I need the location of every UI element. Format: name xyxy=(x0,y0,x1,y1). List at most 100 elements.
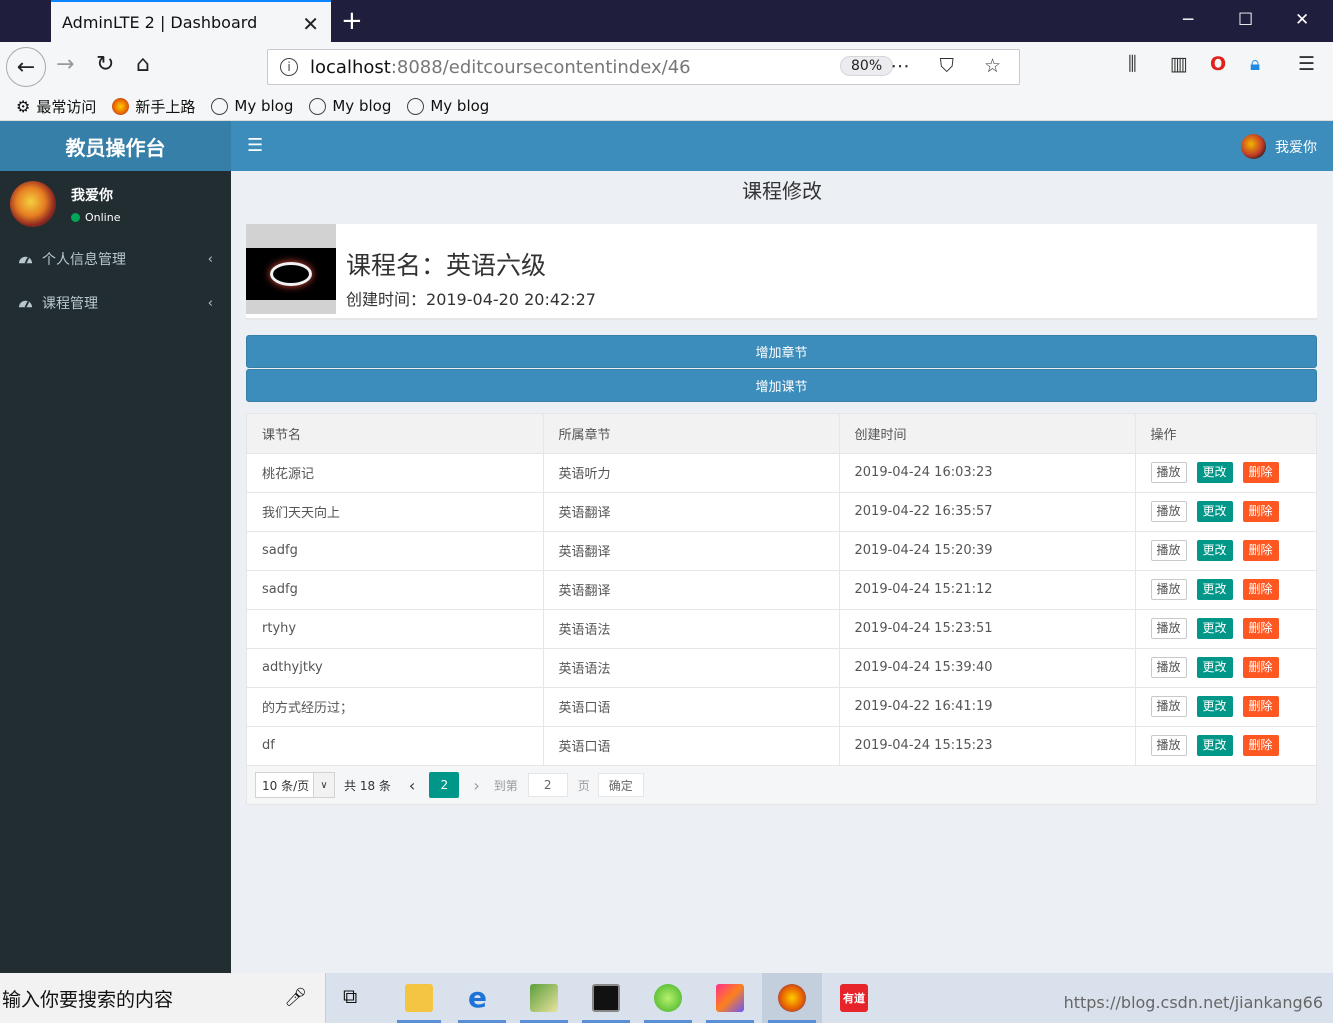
delete-button[interactable]: 删除 xyxy=(1242,579,1279,600)
delete-button[interactable]: 删除 xyxy=(1242,618,1279,639)
zoom-badge[interactable]: 80% xyxy=(840,56,894,76)
new-tab-icon[interactable]: + xyxy=(341,6,363,36)
sidebar-toggle-hamburger-icon[interactable]: ☰ xyxy=(247,135,263,156)
tab-close-icon[interactable]: ✕ xyxy=(302,12,319,36)
intellij-icon[interactable] xyxy=(716,984,744,1012)
course-name: 课程名：英语六级 xyxy=(346,251,547,280)
table-row: rtyhy 英语语法 2019-04-24 15:23:51 播放 更改 删除 xyxy=(247,609,1316,649)
lesson-created-time: 2019-04-22 16:41:19 xyxy=(839,687,1136,727)
notepad-icon[interactable] xyxy=(530,984,558,1012)
prev-page-icon[interactable]: ‹ xyxy=(409,776,415,795)
lesson-name: 我们天天向上 xyxy=(247,492,544,532)
home-icon[interactable]: ⌂ xyxy=(136,52,150,77)
play-button[interactable]: 播放 xyxy=(1150,579,1187,600)
goto-confirm-button[interactable]: 确定 xyxy=(597,773,644,797)
chevron-left-icon: ‹ xyxy=(207,295,213,311)
lesson-created-time: 2019-04-24 15:21:12 xyxy=(839,570,1136,610)
bookmark-blog-1[interactable]: My blog xyxy=(211,97,293,115)
bookmark-blog-3[interactable]: My blog xyxy=(407,97,489,115)
delete-button[interactable]: 删除 xyxy=(1242,501,1279,522)
edit-button[interactable]: 更改 xyxy=(1196,696,1233,717)
delete-button[interactable]: 删除 xyxy=(1242,657,1279,678)
globe-icon xyxy=(211,97,229,115)
delete-button[interactable]: 删除 xyxy=(1242,540,1279,561)
lesson-actions: 播放 更改 删除 xyxy=(1135,531,1316,571)
taskbar-search-input[interactable]: 输入你要搜索的内容 🎤︎ xyxy=(0,973,326,1023)
delete-button[interactable]: 删除 xyxy=(1242,462,1279,483)
microphone-icon[interactable]: 🎤︎ xyxy=(284,987,307,1008)
edit-button[interactable]: 更改 xyxy=(1196,501,1233,522)
lesson-actions: 播放 更改 删除 xyxy=(1135,726,1316,766)
table-header-row: 课节名 所属章节 创建时间 操作 xyxy=(247,414,1316,454)
edit-button[interactable]: 更改 xyxy=(1196,735,1233,756)
maximize-icon[interactable]: ☐ xyxy=(1238,10,1253,30)
bookmark-blog-2[interactable]: My blog xyxy=(309,97,391,115)
forward-icon[interactable]: → xyxy=(56,52,74,77)
play-button[interactable]: 播放 xyxy=(1150,540,1187,561)
url-bar[interactable]: i localhost:8088/editcoursecontentindex/… xyxy=(267,49,1020,85)
delete-button[interactable]: 删除 xyxy=(1242,696,1279,717)
app-logo[interactable]: 教员操作台 xyxy=(0,121,231,171)
page-actions[interactable]: ⋯ ⛉ ☆ xyxy=(891,55,1013,77)
table-row: sadfg 英语翻译 2019-04-24 15:20:39 播放 更改 删除 xyxy=(247,531,1316,571)
add-lesson-button[interactable]: 增加课节 xyxy=(246,369,1317,402)
terminal-icon[interactable] xyxy=(592,984,620,1012)
play-button[interactable]: 播放 xyxy=(1150,618,1187,639)
delete-button[interactable]: 删除 xyxy=(1242,735,1279,756)
browser-tab[interactable]: AdminLTE 2 | Dashboard ✕ xyxy=(51,0,331,42)
firefox-icon xyxy=(112,97,130,115)
lesson-name: 桃花源记 xyxy=(247,453,544,493)
file-explorer-icon[interactable] xyxy=(405,984,433,1012)
window-close-icon[interactable]: ✕ xyxy=(1295,10,1309,30)
minimize-icon[interactable]: ─ xyxy=(1183,10,1193,30)
reload-icon[interactable]: ↻ xyxy=(96,52,114,77)
sidebar-item-course-management[interactable]: 课程管理 ‹ xyxy=(0,281,231,325)
play-button[interactable]: 播放 xyxy=(1150,735,1187,756)
play-button[interactable]: 播放 xyxy=(1150,462,1187,483)
main-content: 课程修改 课程名：英语六级 创建时间：2019-04-20 20:42:27 增… xyxy=(231,171,1333,973)
edit-button[interactable]: 更改 xyxy=(1196,540,1233,561)
goto-page-input[interactable]: 2 xyxy=(527,773,568,797)
windows-taskbar: 输入你要搜索的内容 🎤︎ ⧉ e 有道 https://blog.csdn.ne… xyxy=(0,973,1333,1023)
lesson-chapter: 英语口语 xyxy=(543,726,840,766)
lesson-table-box: 课节名 所属章节 创建时间 操作 桃花源记 英语听力 2019-04-24 16:0… xyxy=(246,413,1317,805)
edge-icon[interactable]: e xyxy=(468,984,496,1012)
play-button[interactable]: 播放 xyxy=(1150,696,1187,717)
lock-icon[interactable]: 🔒︎ xyxy=(1250,53,1260,75)
lesson-actions: 播放 更改 删除 xyxy=(1135,609,1316,649)
page-size-select[interactable]: 10 条/页 ∨ xyxy=(255,772,335,798)
dashboard-icon xyxy=(18,300,33,308)
edit-button[interactable]: 更改 xyxy=(1196,618,1233,639)
site-info-icon[interactable]: i xyxy=(280,58,298,76)
edit-button[interactable]: 更改 xyxy=(1196,657,1233,678)
next-page-icon[interactable]: › xyxy=(473,776,479,795)
back-icon[interactable]: ← xyxy=(6,47,46,87)
header-user-menu[interactable]: 我爱你 xyxy=(1241,134,1317,159)
play-button[interactable]: 播放 xyxy=(1150,501,1187,522)
play-button[interactable]: 播放 xyxy=(1150,657,1187,678)
sidebar-toggle-icon[interactable]: ▥ xyxy=(1170,53,1188,75)
add-chapter-button[interactable]: 增加章节 xyxy=(246,335,1317,368)
bookmark-getting-started[interactable]: 新手上路 xyxy=(112,96,195,117)
lesson-created-time: 2019-04-24 15:20:39 xyxy=(839,531,1136,571)
library-icon[interactable]: ⫼ xyxy=(1128,53,1137,75)
youdao-icon[interactable]: 有道 xyxy=(840,984,868,1012)
menu-icon[interactable]: ☰ xyxy=(1298,53,1315,75)
sidebar-item-personal-info[interactable]: 个人信息管理 ‹ xyxy=(0,237,231,281)
firefox-icon[interactable] xyxy=(778,984,806,1012)
bookmark-most-visited[interactable]: ⚙ 最常访问 xyxy=(16,96,96,117)
lesson-chapter: 英语语法 xyxy=(543,648,840,688)
lesson-actions: 播放 更改 删除 xyxy=(1135,648,1316,688)
lesson-chapter: 英语听力 xyxy=(543,453,840,493)
edit-button[interactable]: 更改 xyxy=(1196,462,1233,483)
sidebar-username: 我爱你 xyxy=(71,188,113,204)
task-view-icon[interactable]: ⧉ xyxy=(343,984,371,1012)
current-page[interactable]: 2 xyxy=(429,772,460,798)
table-row: adthyjtky 英语语法 2019-04-24 15:39:40 播放 更改 删除 xyxy=(247,648,1316,688)
chevron-down-icon: ∨ xyxy=(313,773,334,797)
edit-button[interactable]: 更改 xyxy=(1196,579,1233,600)
globe-icon xyxy=(407,97,425,115)
app-green-icon[interactable] xyxy=(654,984,682,1012)
column-header: 所属章节 xyxy=(543,414,840,454)
opera-icon[interactable]: O xyxy=(1210,53,1226,75)
